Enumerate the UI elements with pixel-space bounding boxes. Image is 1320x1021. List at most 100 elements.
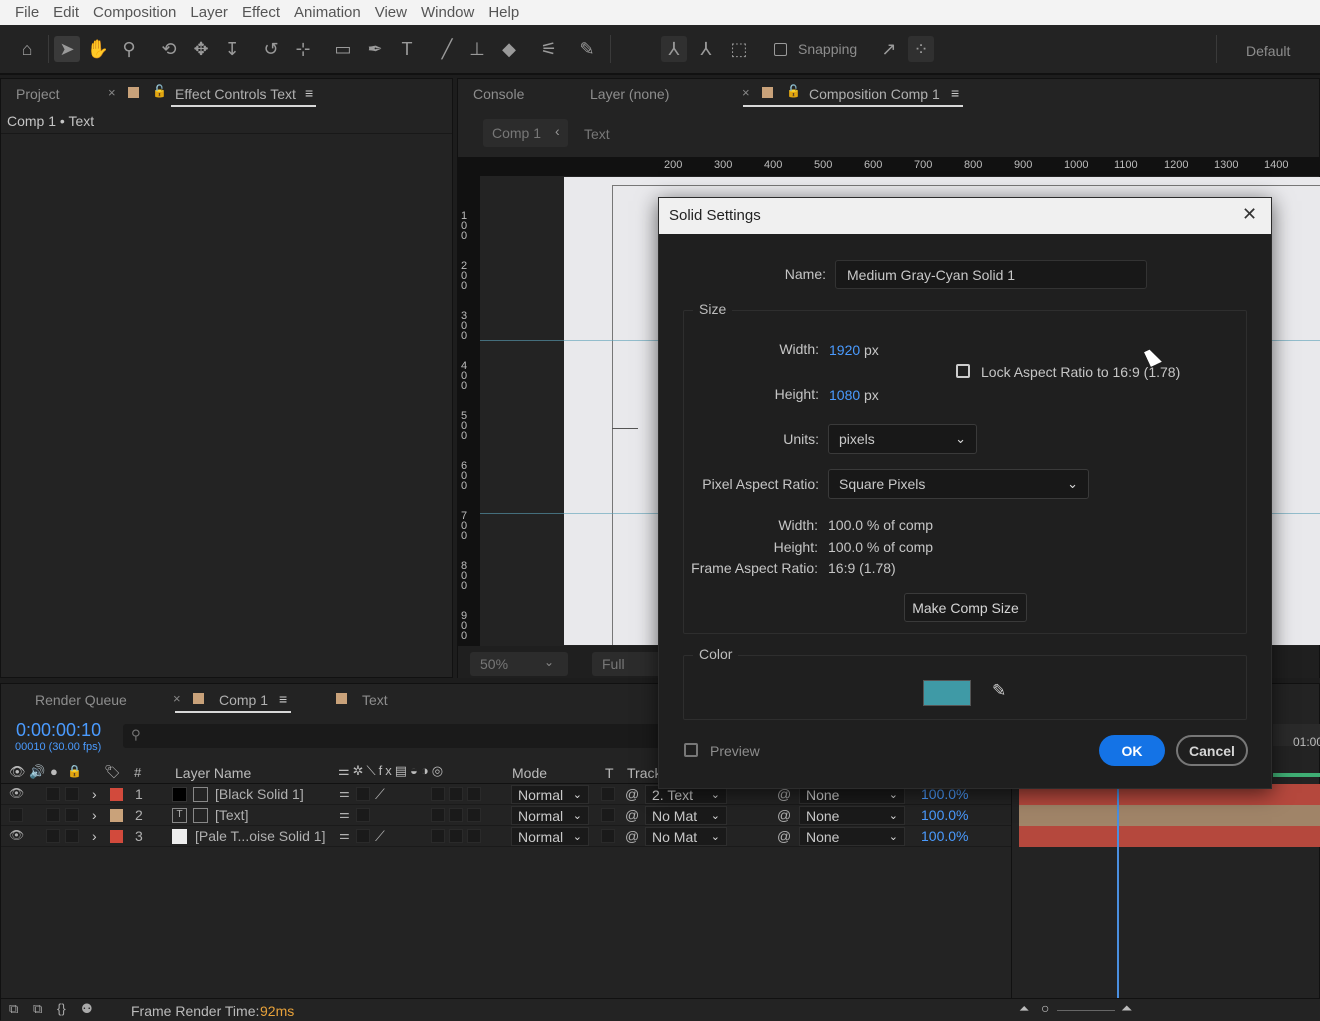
roto-brush-icon[interactable]: ⚟ xyxy=(536,36,562,62)
spiral-icon[interactable]: @ xyxy=(625,828,639,844)
preserve-transparency[interactable] xyxy=(601,829,615,843)
label-color[interactable] xyxy=(110,830,123,843)
workspace-label[interactable]: Default xyxy=(1246,43,1290,59)
ok-button[interactable]: OK xyxy=(1099,735,1165,766)
height-value[interactable]: 1080 xyxy=(829,387,860,403)
zoom-in-icon[interactable]: ⏶ xyxy=(1121,1000,1132,1017)
hand-tool-icon[interactable]: ✋ xyxy=(85,36,111,62)
lock-toggle[interactable] xyxy=(65,808,79,822)
transfer-controls-icon[interactable]: {} xyxy=(57,1001,66,1016)
label-color[interactable] xyxy=(110,788,123,801)
cancel-button[interactable]: Cancel xyxy=(1176,735,1248,766)
home-icon[interactable]: ⌂ xyxy=(14,36,40,62)
quality-icon[interactable]: ⟋ xyxy=(375,786,385,803)
tab-layer[interactable]: Layer (none) xyxy=(590,86,669,102)
parent-select[interactable]: None ⌄ xyxy=(799,806,905,825)
audio-toggle[interactable] xyxy=(46,829,60,843)
tab-project[interactable]: Project xyxy=(16,86,60,102)
menu-animation[interactable]: Animation xyxy=(287,4,368,21)
name-field[interactable]: Medium Gray-Cyan Solid 1 xyxy=(835,260,1147,289)
switch-box[interactable] xyxy=(356,808,370,822)
brush-tool-icon[interactable]: ╱ xyxy=(434,36,460,62)
layer-bar[interactable] xyxy=(1019,805,1320,826)
stretch-value[interactable]: 100.0% xyxy=(921,807,968,823)
tab-text[interactable]: Text xyxy=(362,692,388,708)
zoom-slider[interactable] xyxy=(1057,1010,1115,1011)
pixel-aspect-select[interactable]: Square Pixels ⌄ xyxy=(828,469,1089,499)
parent-pickwhip-icon[interactable]: @ xyxy=(777,828,791,844)
label-color[interactable] xyxy=(110,809,123,822)
menu-edit[interactable]: Edit xyxy=(46,4,86,21)
axis-world-icon[interactable]: ⅄ xyxy=(693,36,719,62)
stretch-value[interactable]: 100.0% xyxy=(921,828,968,844)
audio-toggle[interactable] xyxy=(46,787,60,801)
close-icon[interactable]: ✕ xyxy=(1242,204,1257,225)
eye-toggle[interactable] xyxy=(9,808,23,822)
width-value[interactable]: 1920 xyxy=(829,342,860,358)
dolly-camera-icon[interactable]: ↧ xyxy=(219,36,245,62)
panel-menu-icon[interactable]: ≡ xyxy=(305,85,313,101)
zoom-select[interactable]: 50% ⌄ xyxy=(470,652,568,676)
column-layer-name[interactable]: Layer Name xyxy=(175,765,251,781)
tab-render-queue[interactable]: Render Queue xyxy=(35,692,127,708)
panel-menu-icon[interactable]: ≡ xyxy=(279,691,287,707)
switch-box[interactable] xyxy=(431,787,445,801)
snapping-checkbox[interactable] xyxy=(774,43,787,56)
pen-tool-icon[interactable]: ✒ xyxy=(362,36,388,62)
layer-name[interactable]: [Text] xyxy=(215,807,248,823)
shy-icon[interactable]: ⚌ xyxy=(339,807,350,821)
eye-icon[interactable]: 👁 xyxy=(9,764,26,780)
switch-box[interactable] xyxy=(431,808,445,822)
chevron-right-icon[interactable]: › xyxy=(92,807,97,823)
lock-icon[interactable]: 🔓 xyxy=(786,84,801,98)
panel-menu-icon[interactable]: ≡ xyxy=(951,85,959,101)
menu-window[interactable]: Window xyxy=(414,4,481,21)
tab-composition[interactable]: Composition Comp 1 xyxy=(809,86,940,102)
composition-icon[interactable]: ⧉ xyxy=(9,1001,18,1017)
audio-toggle[interactable] xyxy=(46,808,60,822)
rotation-tool-icon[interactable]: ↺ xyxy=(258,36,284,62)
preview-checkbox[interactable] xyxy=(684,743,698,757)
track-matte-select[interactable]: No Mat ⌄ xyxy=(645,827,727,846)
puppet-pin-icon[interactable]: ✎ xyxy=(574,36,600,62)
layer-bar[interactable] xyxy=(1019,826,1320,847)
track-matte-select[interactable]: No Mat ⌄ xyxy=(645,806,727,825)
lock-toggle[interactable] xyxy=(65,787,79,801)
audio-icon[interactable]: 🔊 xyxy=(29,764,45,780)
make-comp-size-button[interactable]: Make Comp Size xyxy=(904,593,1027,622)
comp-nav-button[interactable]: Comp 1 ‹ xyxy=(483,119,568,147)
menu-file[interactable]: File xyxy=(8,4,46,21)
eye-icon[interactable]: 👁 xyxy=(9,786,24,800)
eraser-tool-icon[interactable]: ◆ xyxy=(496,36,522,62)
mode-select[interactable]: Normal ⌄ xyxy=(511,785,589,804)
layer-nav-label[interactable]: Text xyxy=(584,126,610,142)
preserve-transparency[interactable] xyxy=(601,787,615,801)
label-tag-icon[interactable]: 🏷 xyxy=(104,764,121,780)
color-swatch[interactable] xyxy=(923,680,971,706)
units-select[interactable]: pixels ⌄ xyxy=(828,424,977,454)
orbit-camera-icon[interactable]: ⟲ xyxy=(156,36,182,62)
switch-box[interactable] xyxy=(449,829,463,843)
parent-select[interactable]: None ⌄ xyxy=(799,827,905,846)
switch-box[interactable] xyxy=(449,808,463,822)
switch-box[interactable] xyxy=(449,787,463,801)
chevron-right-icon[interactable]: › xyxy=(92,828,97,844)
playhead[interactable] xyxy=(1117,784,1119,999)
switch-box[interactable] xyxy=(431,829,445,843)
menu-composition[interactable]: Composition xyxy=(86,4,183,21)
spiral-icon[interactable]: @ xyxy=(625,786,639,802)
selection-tool-icon[interactable]: ➤ xyxy=(54,36,80,62)
type-tool-icon[interactable]: T xyxy=(394,36,420,62)
solo-icon[interactable]: ● xyxy=(50,764,58,779)
menu-layer[interactable]: Layer xyxy=(183,4,235,21)
mode-select[interactable]: Normal ⌄ xyxy=(511,827,589,846)
switch-box[interactable] xyxy=(467,808,481,822)
zoom-slider-handle[interactable]: ○ xyxy=(1041,1000,1049,1016)
clone-stamp-icon[interactable]: ⊥ xyxy=(464,36,490,62)
eyedropper-icon[interactable]: ✎ xyxy=(992,681,1006,701)
zoom-tool-icon[interactable]: ⚲ xyxy=(116,36,142,62)
chevron-right-icon[interactable]: › xyxy=(92,786,97,802)
timecode[interactable]: 0:00:00:10 xyxy=(16,720,101,741)
pan-camera-icon[interactable]: ✥ xyxy=(188,36,214,62)
close-icon[interactable]: × xyxy=(173,691,181,706)
